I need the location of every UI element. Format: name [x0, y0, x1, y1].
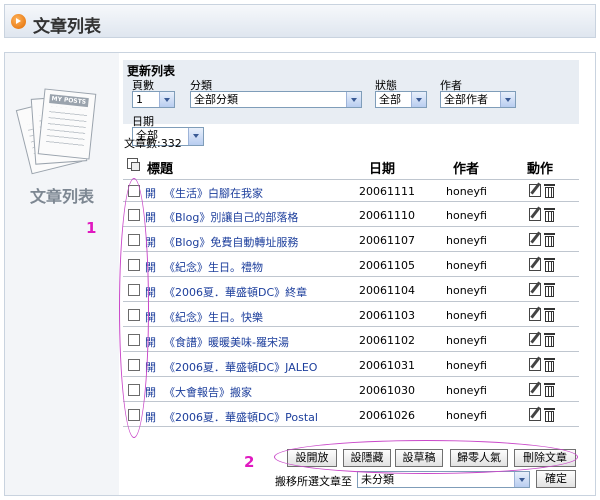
row-date: 20061102 — [359, 334, 415, 347]
trash-icon[interactable] — [544, 232, 555, 247]
row-title-link[interactable]: 《大會報告》搬家 — [164, 384, 252, 400]
chevron-down-icon — [188, 128, 203, 145]
table-row: 開《紀念》生日。禮物 20061105 honeyfi — [123, 254, 579, 277]
table-header: 標題 日期 作者 動作 — [123, 154, 579, 178]
table-row: 開《生活》白腳在我家 20061111 honeyfi — [123, 179, 579, 202]
edit-icon[interactable] — [529, 184, 541, 197]
row-author: honeyfi — [446, 384, 487, 397]
chevron-down-icon — [411, 92, 426, 107]
table-row: 開《Blog》免費自動轉址服務 20061107 honeyfi — [123, 229, 579, 252]
edit-icon[interactable] — [529, 258, 541, 271]
chevron-down-icon — [159, 92, 174, 107]
table-row: 開《2006夏．華盛頓DC》Postal 20061026 honeyfi — [123, 404, 579, 427]
row-author: honeyfi — [446, 284, 487, 297]
chevron-down-icon — [500, 92, 515, 107]
left-panel: MY POSTS 文章列表 — [5, 53, 119, 495]
table-row: 開《大會報告》搬家 20061030 honeyfi — [123, 379, 579, 402]
row-status[interactable]: 開 — [145, 409, 156, 425]
left-panel-title: 文章列表 — [29, 187, 94, 206]
chevron-down-icon — [346, 92, 361, 107]
row-author: honeyfi — [446, 259, 487, 272]
annotation-mark-2: 2 — [244, 453, 255, 471]
row-author: honeyfi — [446, 234, 487, 247]
select-all-icon[interactable] — [127, 158, 140, 171]
move-label: 搬移所選文章至 — [275, 475, 352, 488]
row-date: 20061111 — [359, 185, 415, 198]
row-title-link[interactable]: 《紀念》生日。快樂 — [164, 309, 263, 325]
status-select[interactable]: 全部 — [375, 91, 427, 108]
page-header: 文章列表 — [4, 4, 596, 38]
edit-icon[interactable] — [529, 233, 541, 246]
trash-icon[interactable] — [544, 357, 555, 372]
trash-icon[interactable] — [544, 332, 555, 347]
row-title-link[interactable]: 《2006夏．華盛頓DC》終章 — [164, 284, 307, 300]
row-title-link[interactable]: 《2006夏．華盛頓DC》Postal — [164, 409, 318, 425]
edit-icon[interactable] — [529, 283, 541, 296]
column-title: 標題 — [147, 162, 174, 177]
row-title-link[interactable]: 《生活》白腳在我家 — [164, 185, 263, 201]
edit-icon[interactable] — [529, 333, 541, 346]
trash-icon[interactable] — [544, 183, 555, 198]
row-date: 20061105 — [359, 259, 415, 272]
row-author: honeyfi — [446, 334, 487, 347]
trash-icon[interactable] — [544, 407, 555, 422]
column-action: 動作 — [527, 162, 554, 177]
edit-icon[interactable] — [529, 358, 541, 371]
row-date: 20061110 — [359, 209, 415, 222]
table-row: 開《2006夏．華盛頓DC》終章 20061104 honeyfi — [123, 279, 579, 302]
chevron-down-icon — [514, 472, 529, 487]
column-author: 作者 — [453, 162, 480, 177]
author-select[interactable]: 全部作者 — [440, 91, 516, 108]
page-title: 文章列表 — [33, 17, 101, 37]
row-title-link[interactable]: 《食譜》暖暖美味-羅宋湯 — [164, 334, 289, 350]
row-date: 20061030 — [359, 384, 415, 397]
row-status[interactable]: 開 — [145, 384, 156, 400]
trash-icon[interactable] — [544, 257, 555, 272]
annotation-ellipse-buttons — [274, 440, 578, 474]
row-title-link[interactable]: 《2006夏．華盛頓DC》JALEO — [164, 359, 317, 375]
trash-icon[interactable] — [544, 307, 555, 322]
edit-icon[interactable] — [529, 308, 541, 321]
filter-panel: 更新列表 頁數 1 分類 全部分類 狀態 全部 作者 全部作者 日期 — [123, 60, 579, 128]
table-row: 開《食譜》暖暖美味-羅宋湯 20061102 honeyfi — [123, 329, 579, 352]
row-date: 20061031 — [359, 359, 415, 372]
column-date: 日期 — [369, 162, 396, 177]
article-count: 文章數:332 — [124, 137, 182, 150]
row-author: honeyfi — [446, 185, 487, 198]
table-row: 開《紀念》生日。快樂 20061103 honeyfi — [123, 304, 579, 327]
annotation-ellipse-checkboxes — [119, 178, 149, 438]
row-date: 20061026 — [359, 409, 415, 422]
row-author: honeyfi — [446, 209, 487, 222]
trash-icon[interactable] — [544, 207, 555, 222]
trash-icon[interactable] — [544, 382, 555, 397]
row-date: 20061107 — [359, 234, 415, 247]
arrow-bullet-icon — [11, 14, 26, 29]
trash-icon[interactable] — [544, 282, 555, 297]
table-row: 開《Blog》別讓自己的部落格 20061110 honeyfi — [123, 204, 579, 227]
confirm-button[interactable]: 確定 — [536, 470, 576, 488]
row-date: 20061103 — [359, 309, 415, 322]
row-status[interactable]: 開 — [145, 209, 156, 225]
row-date: 20061104 — [359, 284, 415, 297]
row-author: honeyfi — [446, 359, 487, 372]
row-title-link[interactable]: 《Blog》免費自動轉址服務 — [164, 234, 298, 250]
edit-icon[interactable] — [529, 208, 541, 221]
documents-icon: MY POSTS — [15, 83, 99, 179]
row-title-link[interactable]: 《Blog》別讓自己的部落格 — [164, 209, 298, 225]
category-select[interactable]: 全部分類 — [190, 91, 362, 108]
edit-icon[interactable] — [529, 408, 541, 421]
row-author: honeyfi — [446, 309, 487, 322]
edit-icon[interactable] — [529, 383, 541, 396]
table-row: 開《2006夏．華盛頓DC》JALEO 20061031 honeyfi — [123, 354, 579, 377]
row-title-link[interactable]: 《紀念》生日。禮物 — [164, 259, 263, 275]
annotation-mark-1: 1 — [86, 219, 97, 237]
row-author: honeyfi — [446, 409, 487, 422]
row-status[interactable]: 開 — [145, 185, 156, 201]
page-select[interactable]: 1 — [132, 91, 175, 108]
